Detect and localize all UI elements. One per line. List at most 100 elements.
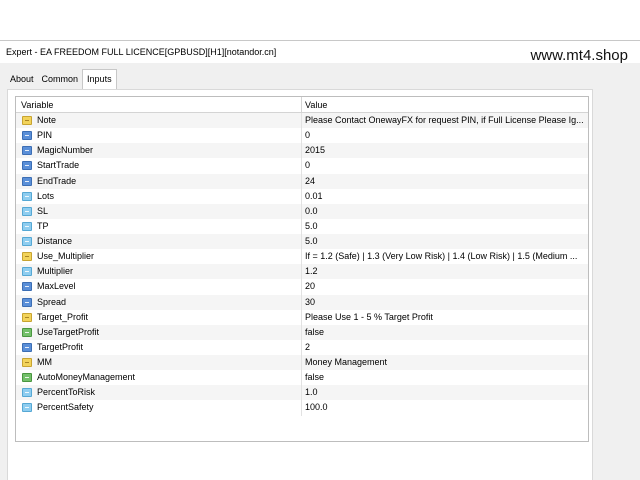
boolean-icon [22, 327, 32, 337]
table-row[interactable]: Note Please Contact OnewayFX for request … [16, 113, 588, 129]
value-cell[interactable]: 1.0 [302, 385, 588, 400]
value-cell[interactable]: 5.0 [302, 219, 588, 234]
tab-inputs[interactable]: Inputs [82, 69, 117, 89]
value-cell[interactable]: 0 [302, 128, 588, 143]
table-row[interactable]: StartTrade 0 [16, 158, 588, 174]
value-cell[interactable]: If = 1.2 (Safe) | 1.3 (Very Low Risk) | … [302, 249, 588, 264]
table-row[interactable]: AutoMoneyManagement false [16, 370, 588, 386]
boolean-icon [22, 373, 32, 383]
variable-cell: UseTargetProfit [16, 324, 302, 340]
variable-name: Use_Multiplier [37, 251, 95, 262]
table-row[interactable]: UseTargetProfit false [16, 324, 588, 340]
table-row[interactable]: Spread 30 [16, 294, 588, 310]
table-row[interactable]: Use_Multiplier If = 1.2 (Safe) | 1.3 (Ver… [16, 249, 588, 265]
variable-name: Lots [37, 190, 55, 201]
string-icon [22, 252, 32, 262]
variable-cell: SL [16, 203, 302, 219]
value-cell[interactable]: 0 [302, 158, 588, 173]
title-bar: Expert - EA FREEDOM FULL LICENCE[GPBUSD]… [0, 41, 640, 64]
value-cell[interactable]: 30 [302, 295, 588, 310]
table-row[interactable]: PIN 0 [16, 128, 588, 144]
value-cell[interactable]: 100.0 [302, 400, 588, 415]
variable-cell: MaxLevel [16, 279, 302, 295]
table-row[interactable]: SL 0.0 [16, 203, 588, 219]
tab-about[interactable]: About [6, 71, 38, 89]
table-row[interactable]: TP 5.0 [16, 218, 588, 234]
integer-icon [22, 176, 32, 186]
column-header-value[interactable]: Value [302, 97, 588, 113]
table-row[interactable]: MM Money Management [16, 355, 588, 371]
column-header-variable[interactable]: Variable [16, 97, 302, 113]
tab-strip: About Common Inputs [6, 69, 117, 89]
integer-icon [22, 146, 32, 156]
variable-name: Target_Profit [37, 311, 89, 322]
variable-name: AutoMoneyManagement [37, 372, 136, 383]
variable-cell: EndTrade [16, 173, 302, 189]
double-icon [22, 237, 32, 247]
variable-name: Distance [37, 236, 73, 247]
string-icon [22, 116, 32, 126]
string-icon [22, 312, 32, 322]
expert-properties-window: Expert - EA FREEDOM FULL LICENCE[GPBUSD]… [0, 40, 640, 480]
variable-name: MagicNumber [37, 145, 94, 156]
variable-name: Multiplier [37, 266, 74, 277]
variable-name: TP [37, 220, 49, 231]
value-cell[interactable]: 0.01 [302, 189, 588, 204]
variable-cell: StartTrade [16, 158, 302, 174]
watermark-text: www.mt4.shop [530, 47, 628, 64]
top-strip [0, 0, 640, 40]
variable-cell: MM [16, 355, 302, 371]
variable-name: EndTrade [37, 175, 77, 186]
variable-cell: Distance [16, 234, 302, 250]
variable-name: UseTargetProfit [37, 326, 100, 337]
value-cell[interactable]: 2015 [302, 143, 588, 158]
integer-icon [22, 342, 32, 352]
double-icon [22, 206, 32, 216]
table-row[interactable]: PercentToRisk 1.0 [16, 385, 588, 401]
value-cell[interactable]: 5.0 [302, 234, 588, 249]
variable-cell: Use_Multiplier [16, 249, 302, 265]
variable-name: MaxLevel [37, 281, 76, 292]
variable-name: StartTrade [37, 160, 80, 171]
table-row[interactable]: TargetProfit 2 [16, 339, 588, 355]
variable-cell: PercentSafety [16, 400, 302, 416]
integer-icon [22, 131, 32, 141]
double-icon [22, 403, 32, 413]
variable-name: PercentToRisk [37, 387, 96, 398]
value-cell[interactable]: 20 [302, 279, 588, 294]
integer-icon [22, 282, 32, 292]
table-header: Variable Value [16, 97, 588, 113]
inputs-table: Variable Value Note Please Contact Oneway… [15, 96, 589, 442]
variable-cell: Multiplier [16, 264, 302, 280]
variable-name: SL [37, 205, 49, 216]
table-row[interactable]: Multiplier 1.2 [16, 264, 588, 280]
inputs-panel: Variable Value Note Please Contact Oneway… [7, 89, 593, 480]
double-icon [22, 191, 32, 201]
variable-name: PIN [37, 130, 53, 141]
string-icon [22, 358, 32, 368]
table-row[interactable]: Target_Profit Please Use 1 - 5 % Target P… [16, 309, 588, 325]
table-row[interactable]: PercentSafety 100.0 [16, 400, 588, 416]
value-cell[interactable]: Please Use 1 - 5 % Target Profit [302, 310, 588, 325]
table-row[interactable]: Lots 0.01 [16, 188, 588, 204]
tab-common[interactable]: Common [38, 71, 83, 89]
variable-cell: Spread [16, 294, 302, 310]
table-row[interactable]: MaxLevel 20 [16, 279, 588, 295]
variable-cell: PercentToRisk [16, 385, 302, 401]
value-cell[interactable]: Money Management [302, 355, 588, 370]
table-row[interactable]: MagicNumber 2015 [16, 143, 588, 159]
value-cell[interactable]: 24 [302, 174, 588, 189]
value-cell[interactable]: Please Contact OnewayFX for request PIN,… [302, 113, 588, 128]
variable-name: PercentSafety [37, 402, 94, 413]
table-row[interactable]: EndTrade 24 [16, 173, 588, 189]
value-cell[interactable]: 1.2 [302, 264, 588, 279]
value-cell[interactable]: 2 [302, 340, 588, 355]
value-cell[interactable]: 0.0 [302, 204, 588, 219]
variable-name: Spread [37, 296, 67, 307]
variable-name: MM [37, 357, 52, 368]
value-cell[interactable]: false [302, 370, 588, 385]
double-icon [22, 388, 32, 398]
value-cell[interactable]: false [302, 325, 588, 340]
variable-cell: MagicNumber [16, 143, 302, 159]
table-row[interactable]: Distance 5.0 [16, 234, 588, 250]
